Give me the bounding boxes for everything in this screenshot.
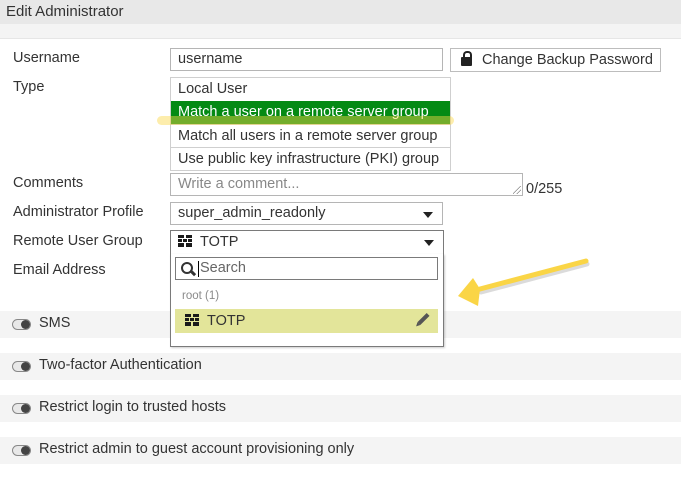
- remote-user-group-select[interactable]: TOTP: [170, 230, 444, 255]
- sms-toggle[interactable]: [12, 319, 31, 330]
- type-option-match-all-remote[interactable]: Match all users in a remote server group: [171, 124, 450, 147]
- remote-user-group-value: TOTP: [200, 234, 239, 250]
- annotation-highlight: [157, 116, 454, 125]
- two-factor-toggle[interactable]: [12, 361, 31, 372]
- resize-grip-icon[interactable]: [513, 186, 521, 194]
- dropdown-group-header: root (1): [182, 290, 220, 302]
- admin-profile-label: Administrator Profile: [13, 204, 144, 220]
- lock-icon: [461, 50, 472, 66]
- comments-textarea[interactable]: Write a comment...: [170, 173, 523, 196]
- dropdown-search-input[interactable]: Search: [175, 257, 438, 280]
- username-input[interactable]: username: [170, 48, 443, 71]
- comments-label: Comments: [13, 175, 84, 191]
- comments-placeholder: Write a comment...: [178, 176, 300, 192]
- annotation-arrow-shape: [458, 258, 590, 306]
- remote-user-group-dropdown: Search root (1) TOTP: [170, 254, 444, 347]
- trusted-hosts-toggle[interactable]: [12, 403, 31, 414]
- dialog-title: Edit Administrator: [0, 0, 681, 24]
- two-factor-label: Two-factor Authentication: [39, 357, 202, 373]
- admin-profile-value: super_admin_readonly: [178, 205, 326, 221]
- admin-profile-select[interactable]: super_admin_readonly: [170, 202, 443, 225]
- email-label: Email Address: [13, 262, 106, 278]
- header-divider: [0, 24, 681, 39]
- dropdown-item-label: TOTP: [207, 313, 246, 329]
- section-trusted-hosts: Restrict login to trusted hosts: [0, 395, 681, 422]
- sms-label: SMS: [39, 315, 71, 331]
- search-icon: [181, 262, 193, 274]
- dropdown-item-totp[interactable]: TOTP: [175, 309, 438, 333]
- chevron-down-icon: [424, 240, 434, 246]
- username-label: Username: [13, 50, 80, 66]
- annotation-arrow-icon: [458, 258, 590, 306]
- type-label: Type: [13, 79, 45, 95]
- change-backup-password-button[interactable]: Change Backup Password: [450, 48, 661, 72]
- pencil-icon[interactable]: [417, 312, 430, 326]
- remote-user-group-label: Remote User Group: [13, 233, 143, 249]
- section-guest-provisioning: Restrict admin to guest account provisio…: [0, 437, 681, 464]
- section-two-factor: Two-factor Authentication: [0, 353, 681, 380]
- user-group-icon: [185, 314, 199, 327]
- type-option-pki-group[interactable]: Use public key infrastructure (PKI) grou…: [171, 147, 450, 170]
- type-option-local-user[interactable]: Local User: [171, 78, 450, 101]
- trusted-hosts-label: Restrict login to trusted hosts: [39, 399, 226, 415]
- text-cursor: [198, 261, 199, 277]
- chevron-down-icon: [423, 212, 433, 218]
- comment-char-counter: 0/255: [526, 181, 563, 197]
- change-backup-password-label: Change Backup Password: [482, 52, 653, 68]
- user-group-icon: [178, 235, 192, 248]
- guest-provisioning-label: Restrict admin to guest account provisio…: [39, 441, 355, 457]
- search-placeholder: Search: [200, 260, 246, 276]
- guest-provisioning-toggle[interactable]: [12, 445, 31, 456]
